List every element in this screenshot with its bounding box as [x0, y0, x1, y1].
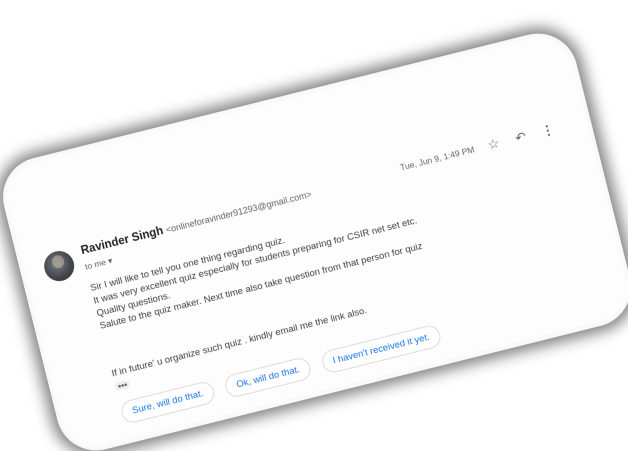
- smart-reply-sure-button[interactable]: Sure, will do that.: [118, 379, 217, 425]
- star-icon[interactable]: ☆: [484, 135, 503, 154]
- message-date: Tue, Jun 9, 1:49 PM: [399, 144, 476, 173]
- reply-icon[interactable]: ↶: [511, 128, 530, 147]
- smart-reply-not-received-button[interactable]: I haven't received it yet.: [319, 323, 444, 375]
- sender-email: <onlineforavinder91293@gmail.com>: [164, 189, 313, 236]
- show-trimmed-content-button[interactable]: •••: [114, 379, 132, 391]
- avatar[interactable]: [40, 247, 78, 285]
- more-options-icon[interactable]: ⋮: [538, 121, 557, 140]
- screenshot-stage: Ravinder Singh<onlineforavinder91293@gma…: [0, 0, 628, 451]
- email-card: Ravinder Singh<onlineforavinder91293@gma…: [0, 25, 628, 451]
- email-message: Ravinder Singh<onlineforavinder91293@gma…: [0, 25, 628, 451]
- recipient-details-toggle[interactable]: to me ▾: [84, 255, 114, 272]
- sender-name[interactable]: Ravinder Singh: [80, 225, 165, 257]
- smart-reply-ok-button[interactable]: Ok, will do that.: [223, 355, 314, 400]
